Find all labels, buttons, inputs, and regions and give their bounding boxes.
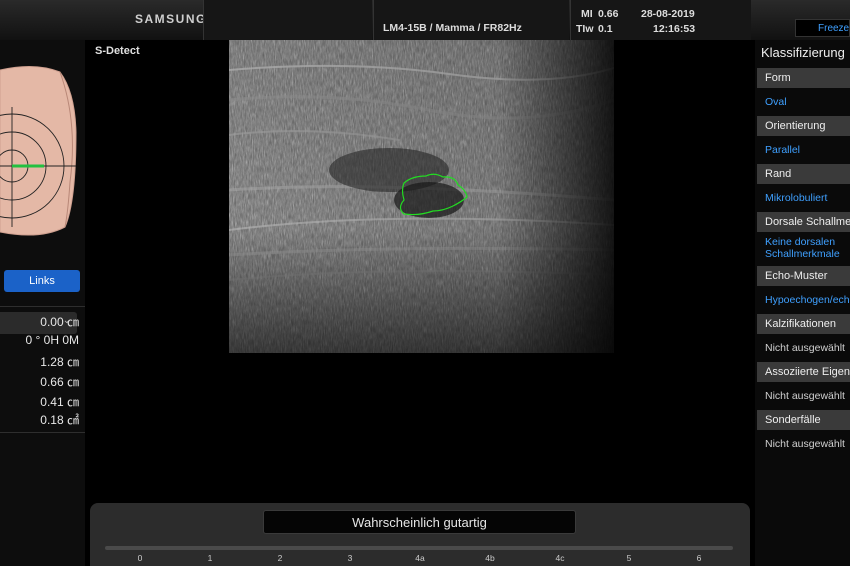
scale-tick-label: 2 xyxy=(277,553,283,563)
category-calcifications[interactable]: Kalzifikationen xyxy=(757,314,850,334)
panel-title: Klassifizierung xyxy=(761,45,845,60)
date-label: 28-08-2019 xyxy=(641,8,695,20)
time-label: 12:16:53 xyxy=(653,23,696,35)
result-label: Wahrscheinlich gutartig xyxy=(263,510,576,534)
birads-scale-bar xyxy=(105,546,733,550)
scale-tick-label: 4b xyxy=(485,553,495,563)
category-posterior-features[interactable]: Dorsale Schallmerkmale xyxy=(757,212,850,232)
classification-panel: Klassifizierung Form Oval Orientierung P… xyxy=(755,40,850,566)
header-info-box xyxy=(203,0,372,40)
ultrasound-image[interactable] xyxy=(229,40,614,353)
measurement-value: 1.28 ㎝ xyxy=(40,355,79,369)
category-margin[interactable]: Rand xyxy=(757,164,850,184)
brand-logo: SAMSUNG xyxy=(135,12,207,26)
mi-label: MI xyxy=(581,8,593,20)
category-orientation[interactable]: Orientierung xyxy=(757,116,850,136)
breast-body-marker-icon xyxy=(0,66,77,236)
header-info-box xyxy=(373,0,569,40)
measurement-value: 0.66 ㎝ xyxy=(40,375,79,389)
top-status-bar: SAMSUNG LM4-15B / Mamma / FR82Hz MI 0.66… xyxy=(0,0,850,40)
category-echo-pattern[interactable]: Echo-Muster xyxy=(757,266,850,286)
scale-tick-label: 3 xyxy=(347,553,353,563)
divider xyxy=(0,432,85,433)
category-value[interactable]: Parallel xyxy=(765,144,800,156)
category-value[interactable]: Mikrolobuliert xyxy=(765,192,827,204)
scale-tick-label: 4a xyxy=(415,553,425,563)
category-value[interactable]: Nicht ausgewählt xyxy=(765,390,845,402)
category-value[interactable]: Keine dorsalen Schallmerkmale xyxy=(765,236,845,260)
probe-preset-label: LM4-15B / Mamma / FR82Hz xyxy=(383,22,522,34)
category-associated-features[interactable]: Assoziierte Eigenschaften xyxy=(757,362,850,382)
side-links-button[interactable]: Links xyxy=(4,270,80,292)
tiw-label: TIw xyxy=(576,23,594,35)
scale-tick-label: 5 xyxy=(626,553,632,563)
category-value[interactable]: Nicht ausgewählt xyxy=(765,438,845,450)
mode-label: S-Detect xyxy=(95,45,140,57)
scale-tick-label: 1 xyxy=(207,553,213,563)
left-panel: Links ⌄ 0.00 ㎝ 0 ° 0H 0M 1.28 ㎝ 0.66 ㎝ 0… xyxy=(0,40,85,566)
mi-value: 0.66 xyxy=(598,8,619,20)
measurement-value: 0 ° 0H 0M xyxy=(25,333,79,347)
category-value[interactable]: Oval xyxy=(765,96,787,108)
divider xyxy=(0,306,85,307)
category-value[interactable]: Hypoechogen/echogen xyxy=(765,294,850,306)
tiw-value: 0.1 xyxy=(598,23,613,35)
scale-tick-label: 0 xyxy=(137,553,143,563)
scale-tick-label: 6 xyxy=(696,553,702,563)
category-form[interactable]: Form xyxy=(757,68,850,88)
category-special-cases[interactable]: Sonderfälle xyxy=(757,410,850,430)
measurement-value: 0.18 ㎠ xyxy=(40,413,79,427)
measurement-value: 0.41 ㎝ xyxy=(40,395,79,409)
freeze-indicator[interactable]: Freeze xyxy=(795,19,850,37)
scale-tick-label: 4c xyxy=(555,553,565,563)
measurement-value: 0.00 ㎝ xyxy=(40,315,79,329)
category-value[interactable]: Nicht ausgewählt xyxy=(765,342,845,354)
